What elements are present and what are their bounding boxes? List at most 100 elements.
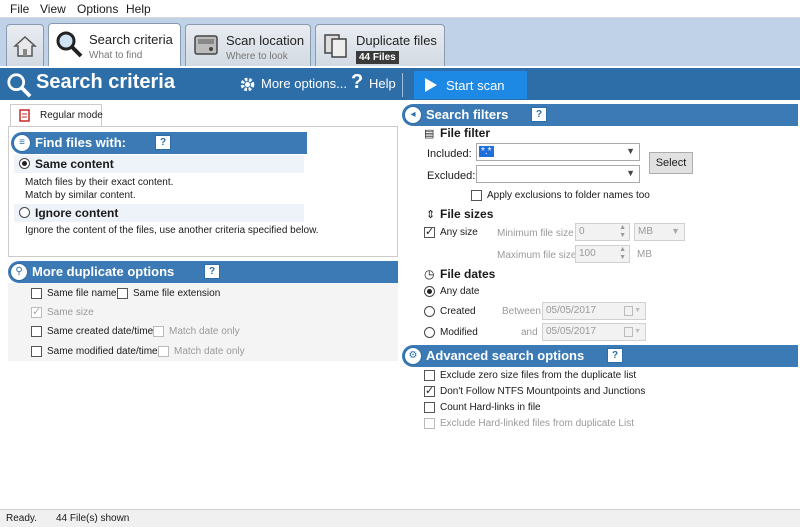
file-sizes-heading: File sizes — [440, 207, 494, 221]
tab-duplicate-files[interactable]: Duplicate files 44 Files — [315, 24, 445, 66]
modified-label: Modified — [440, 327, 478, 338]
max-size-label: Maximum file size — [497, 250, 577, 261]
created-match-date-only-checkbox[interactable] — [153, 326, 164, 337]
help-icon[interactable]: ? — [155, 135, 171, 150]
help-icon[interactable]: ? — [204, 264, 220, 279]
same-content-desc1: Match files by their exact content. — [25, 177, 174, 188]
menu-help[interactable]: Help — [126, 2, 151, 16]
included-combobox[interactable]: *.* ▼ — [476, 143, 640, 161]
tab-title: Scan location — [226, 33, 305, 48]
tab-strip: Search criteria What to find Scan locati… — [0, 18, 800, 67]
status-ready: Ready. — [6, 513, 37, 524]
clock-icon: ◷ — [424, 267, 435, 281]
help-link[interactable]: Help — [369, 76, 396, 91]
modified-date-picker[interactable]: 05/05/2017 ▼ — [542, 323, 646, 341]
min-size-label: Minimum file size — [497, 228, 574, 239]
file-filter-heading: File filter — [440, 126, 491, 140]
same-modified-label: Same modified date/time — [47, 346, 158, 357]
exclude-zero-size-label: Exclude zero size files from the duplica… — [440, 370, 637, 381]
tab-home[interactable] — [6, 24, 44, 66]
arrow-icon: ◂ — [404, 106, 422, 124]
regular-mode-tab[interactable]: Regular mode — [10, 104, 103, 126]
excluded-combobox[interactable]: ▼ — [476, 165, 640, 183]
included-value: *.* — [479, 146, 494, 157]
same-size-checkbox[interactable] — [31, 305, 42, 318]
ignore-content-radio[interactable] — [19, 207, 30, 218]
help-icon[interactable]: ? — [607, 348, 623, 363]
same-modified-checkbox[interactable] — [31, 346, 42, 357]
tab-subtitle: Where to look — [226, 51, 288, 62]
modified-match-date-only-checkbox[interactable] — [158, 346, 169, 357]
magnifier-icon — [7, 73, 32, 98]
modified-match-date-only-label: Match date only — [174, 346, 245, 357]
gear-icon: ⚙ — [404, 347, 422, 365]
document-icon — [19, 109, 30, 122]
spinner-arrows-icon: ▲ ▼ — [619, 246, 626, 261]
more-options-link[interactable]: More options... — [261, 76, 347, 91]
advanced-search-options-header: ⚙ Advanced search options ? — [402, 345, 798, 367]
ignore-content-label: Ignore content — [35, 206, 119, 220]
menu-options[interactable]: Options — [77, 2, 118, 16]
header-divider — [402, 73, 403, 97]
created-date-picker[interactable]: 05/05/2017 ▼ — [542, 302, 646, 320]
exclude-hard-linked-label: Exclude Hard-linked files from duplicate… — [440, 418, 634, 429]
select-button[interactable]: Select — [649, 152, 693, 174]
list-icon: ≡ — [13, 134, 31, 152]
created-match-date-only-label: Match date only — [169, 326, 240, 337]
created-radio[interactable] — [424, 306, 435, 317]
more-duplicate-options-header: ⚲ More duplicate options ? — [8, 261, 398, 283]
status-files-shown: 44 File(s) shown — [56, 513, 130, 524]
tab-scan-location[interactable]: Scan location Where to look — [185, 24, 311, 66]
same-created-label: Same created date/time — [47, 326, 154, 337]
apply-exclusions-checkbox[interactable] — [471, 190, 482, 201]
included-label: Included: — [427, 148, 472, 160]
same-file-extension-checkbox[interactable] — [117, 288, 128, 299]
help-icon[interactable]: ? — [531, 107, 547, 122]
gear-icon — [240, 77, 255, 92]
tab-title: Search criteria — [89, 32, 173, 47]
same-file-name-checkbox[interactable] — [31, 288, 42, 299]
more-duplicate-options-title: More duplicate options — [32, 264, 175, 279]
same-created-checkbox[interactable] — [31, 326, 42, 337]
same-content-radio[interactable] — [19, 158, 30, 169]
magnifier-icon — [56, 31, 83, 58]
size-arrows-icon: ⇕ — [426, 209, 436, 221]
menu-file[interactable]: File — [10, 2, 29, 16]
home-icon — [13, 35, 37, 57]
min-size-spinner[interactable]: 0 ▲ ▼ — [575, 223, 630, 241]
ignore-content-desc: Ignore the content of the files, use ano… — [25, 225, 319, 236]
modified-radio[interactable] — [424, 327, 435, 338]
menu-view[interactable]: View — [40, 2, 66, 16]
dont-follow-ntfs-checkbox[interactable] — [424, 384, 435, 397]
exclude-hard-linked-checkbox[interactable] — [424, 418, 435, 429]
files-count-badge: 44 Files — [356, 51, 399, 64]
chevron-down-icon: ▼ — [634, 328, 641, 335]
play-icon — [425, 78, 437, 92]
count-hard-links-checkbox[interactable] — [424, 402, 435, 413]
header-bar: Search criteria More options... ? Help S… — [0, 66, 800, 100]
max-unit-label: MB — [637, 249, 652, 260]
status-bar: Ready. 44 File(s) shown — [0, 509, 800, 527]
filter-list-icon: ▤ — [424, 128, 435, 140]
exclude-zero-size-checkbox[interactable] — [424, 370, 435, 381]
tab-title: Duplicate files — [356, 33, 437, 48]
tab-subtitle: What to find — [89, 50, 143, 61]
max-size-spinner[interactable]: 100 ▲ ▼ — [575, 245, 630, 263]
find-files-title: Find files with: — [35, 135, 126, 150]
same-content-label: Same content — [35, 157, 114, 171]
start-scan-label: Start scan — [446, 78, 505, 93]
start-scan-button[interactable]: Start scan — [414, 71, 527, 99]
any-size-checkbox[interactable] — [424, 225, 435, 238]
and-label: and — [521, 327, 538, 338]
modified-date-value: 05/05/2017 — [546, 326, 597, 337]
help-question-icon: ? — [351, 71, 364, 93]
duplicate-files-icon — [324, 34, 347, 58]
menu-bar: File View Options Help — [0, 0, 800, 18]
any-size-label: Any size — [440, 227, 478, 238]
file-dates-heading: File dates — [440, 267, 496, 281]
min-unit-dropdown[interactable]: MB ▼ — [634, 223, 685, 241]
calendar-icon — [624, 306, 633, 316]
any-date-radio[interactable] — [424, 286, 435, 297]
created-label: Created — [440, 306, 476, 317]
tab-search-criteria[interactable]: Search criteria What to find — [48, 23, 181, 67]
